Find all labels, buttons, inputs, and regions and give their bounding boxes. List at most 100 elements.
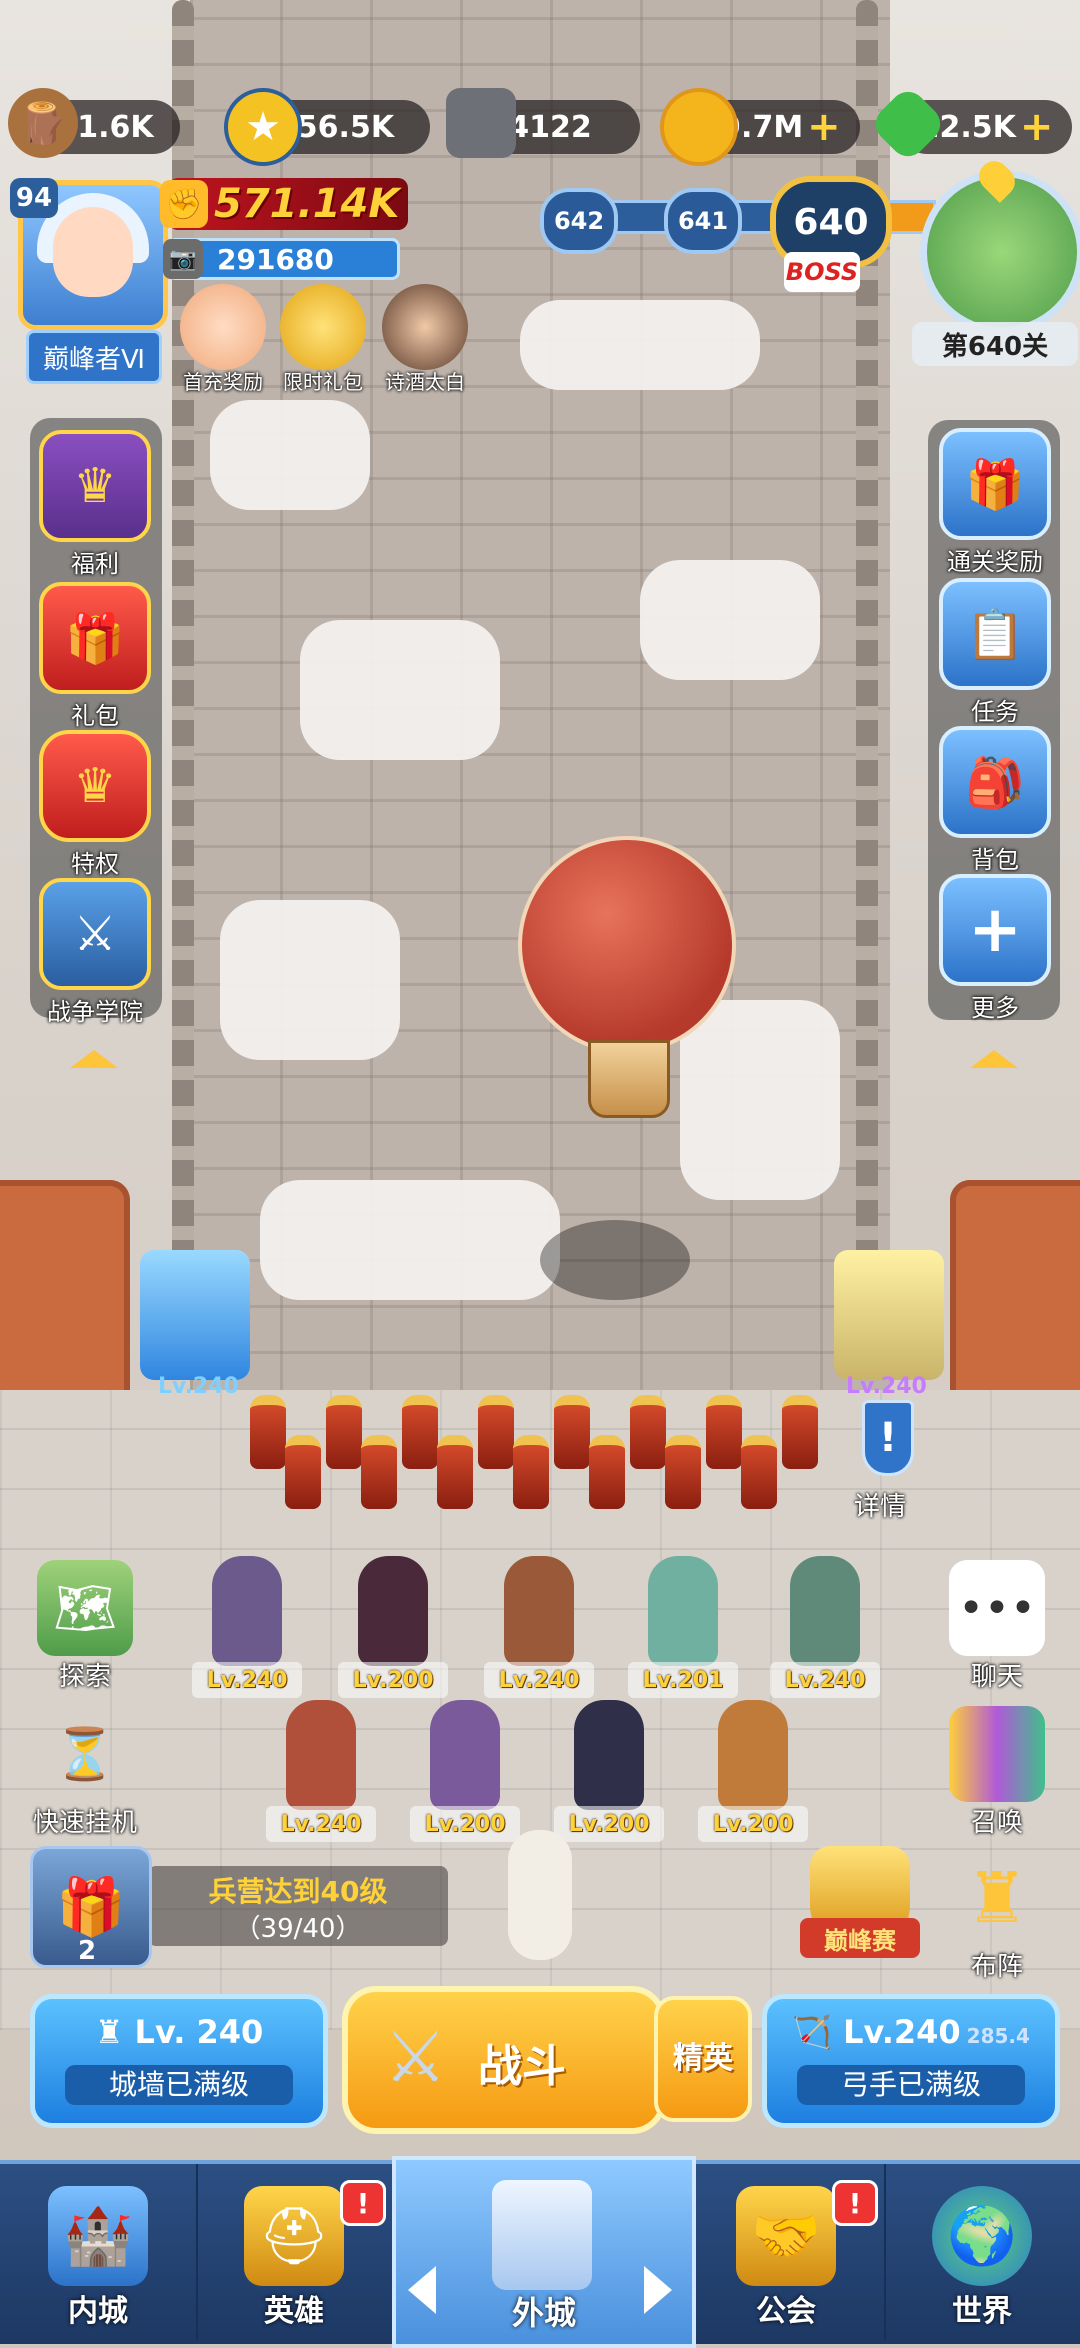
add-gems-icon[interactable]: + [1020, 104, 1054, 150]
summon-button[interactable]: 召唤 [942, 1706, 1052, 1839]
soldier-sprite [782, 1395, 818, 1469]
gold-coin-icon [660, 88, 738, 166]
elite-button[interactable]: 精英 [654, 1996, 752, 2122]
explore-button[interactable]: 🗺 探索 [30, 1560, 140, 1693]
stage-node-642: 642 [540, 188, 618, 254]
guild-alert-badge: ! [832, 2180, 878, 2226]
hero-slot[interactable]: Lv.240 [770, 1556, 880, 1706]
archer-level: 🏹 Lv.240 285.4 [792, 2013, 1030, 2051]
formation-button[interactable]: ♜ 布阵 [942, 1850, 1052, 1983]
soldier-sprite [285, 1435, 321, 1509]
hero-slot[interactable]: Lv.200 [554, 1700, 664, 1850]
crown-shield-icon: ♛ [39, 730, 151, 842]
add-coins-icon[interactable]: + [807, 104, 841, 150]
hero-level: Lv.201 [642, 1668, 724, 1693]
peak-contest-button[interactable]: 巅峰赛 [800, 1846, 920, 1966]
menu-gift-pack[interactable]: 🎁 礼包 [30, 582, 160, 731]
archer-upgrade-button[interactable]: 🏹 Lv.240 285.4 弓手已满级 [762, 1994, 1060, 2128]
hero-slot[interactable]: Lv.201 [628, 1556, 738, 1706]
snow-patch [300, 620, 500, 760]
hot-air-balloon-enemy[interactable] [518, 836, 736, 1054]
tab-inner-city[interactable]: 🏰 内城 [0, 2164, 198, 2340]
crossed-swords-icon: ⚔ [384, 2016, 447, 2098]
snow-patch [680, 1000, 840, 1200]
tab-world[interactable]: 🌍 世界 [884, 2164, 1080, 2340]
hero-slot[interactable]: Lv.200 [338, 1556, 448, 1706]
menu-backpack[interactable]: 🎒 背包 [930, 726, 1060, 875]
power-display: ✊ 571.14K [160, 178, 408, 230]
hero-level: Lv.240 [280, 1812, 362, 1837]
hero-figure [790, 1556, 860, 1666]
crossed-swords-icon: ⚔ [39, 878, 151, 990]
cards-icon [949, 1706, 1045, 1802]
quick-first-recharge[interactable]: 首充奖励 [168, 284, 278, 395]
battle-button[interactable]: ⚔ 战斗 [342, 1986, 666, 2134]
stage-label: 第640关 [912, 322, 1078, 366]
quick-idle-button[interactable]: ⏳ 快速挂机 [30, 1706, 140, 1839]
hero-figure [648, 1556, 718, 1666]
ice-tower[interactable] [140, 1250, 250, 1380]
hero-figure [358, 1556, 428, 1666]
details-button[interactable]: ! [862, 1400, 914, 1476]
player-rank[interactable]: 巅峰者Ⅵ [26, 330, 162, 384]
quick-li-bai[interactable]: 诗酒太白 [370, 284, 480, 395]
lion-tower[interactable] [834, 1250, 944, 1380]
peak-contest-label: 巅峰赛 [800, 1918, 920, 1958]
globe-icon: 🌍 [932, 2186, 1032, 2286]
heroes-alert-badge: ! [340, 2180, 386, 2226]
collapse-left-menu-icon[interactable] [70, 1050, 118, 1068]
chat-bubble-icon: ••• [949, 1560, 1045, 1656]
quest-progress: （39/40） [234, 1914, 362, 1944]
hero-figure [504, 1556, 574, 1666]
castle-tower-icon: ♜ [94, 2013, 135, 2051]
collapse-right-menu-icon[interactable] [970, 1050, 1018, 1068]
soldier-sprite [326, 1395, 362, 1469]
soldier-sprite [706, 1395, 742, 1469]
quest-title: 兵营达到40级 [208, 1875, 388, 1908]
crown-chest-icon [280, 284, 366, 370]
power-value: 571.14K [214, 181, 400, 227]
hero-level: Lv.200 [352, 1668, 434, 1693]
menu-clear-reward[interactable]: 🎁 通关奖励 [930, 428, 1060, 577]
prev-area-icon[interactable] [408, 2266, 436, 2314]
boss-tag: BOSS [784, 252, 860, 292]
clipboard-icon: 📋 [939, 578, 1051, 690]
menu-war-academy[interactable]: ⚔ 战争学院 [30, 878, 160, 1027]
menu-privilege[interactable]: ♛ 特权 [30, 730, 160, 879]
quest-chest-count: 2 [78, 1936, 97, 1966]
hero-figure [430, 1700, 500, 1810]
hero-portrait-icon [382, 284, 468, 370]
soldier-sprite [250, 1395, 286, 1469]
soldier-sprite [361, 1435, 397, 1509]
hero-slot[interactable]: Lv.200 [410, 1700, 520, 1850]
menu-more[interactable]: + 更多 [930, 874, 1060, 1023]
snow-patch [520, 300, 760, 390]
hero-slot[interactable]: Lv.240 [192, 1556, 302, 1706]
hero-slot[interactable]: Lv.240 [266, 1700, 376, 1850]
handshake-shield-icon: 🤝 [736, 2186, 836, 2286]
tab-outer-city[interactable]: 外城 [392, 2156, 696, 2348]
camera-icon: 📷 [163, 239, 203, 279]
hourglass-icon: ⏳ [53, 1724, 117, 1783]
gift-box-icon: 🎁 [39, 582, 151, 694]
quest-tracker[interactable]: 🎁 2 兵营达到40级 （39/40） [30, 1846, 448, 1968]
soldier-sprite [402, 1395, 438, 1469]
snow-patch [210, 400, 370, 510]
star-coin-icon: ★ [224, 88, 302, 166]
menu-tasks[interactable]: 📋 任务 [930, 578, 1060, 727]
soldier-sprite [741, 1435, 777, 1509]
hero-figure [574, 1700, 644, 1810]
menu-welfare[interactable]: ♛ 福利 [30, 430, 160, 579]
next-area-icon[interactable] [644, 2266, 672, 2314]
hero-slot[interactable]: Lv.240 [484, 1556, 594, 1706]
snow-patch [220, 900, 400, 1060]
archer-status: 弓手已满级 [797, 2065, 1025, 2105]
wall-upgrade-button[interactable]: ♜ Lv. 240 城墙已满级 [30, 1994, 328, 2128]
chat-button[interactable]: ••• 聊天 [942, 1560, 1052, 1693]
wood-icon: 🪵 [8, 88, 78, 158]
hero-level: Lv.200 [568, 1812, 650, 1837]
quick-limited-pack[interactable]: 限时礼包 [268, 284, 378, 395]
white-knight-hero[interactable] [508, 1830, 572, 1960]
hero-slot[interactable]: Lv.200 [698, 1700, 808, 1850]
soldier-sprite [630, 1395, 666, 1469]
